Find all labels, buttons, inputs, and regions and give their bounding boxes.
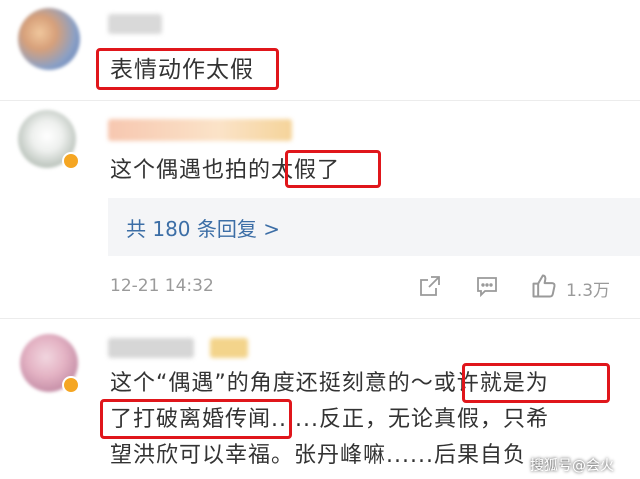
avatar-badge <box>62 376 80 394</box>
username[interactable] <box>108 14 162 34</box>
comment-icon[interactable] <box>475 274 499 298</box>
user-badge <box>210 338 248 358</box>
comment-text-plain: 这个偶遇也拍的 <box>110 158 272 183</box>
like-count: 1.3万 <box>566 281 611 301</box>
highlight-box <box>285 150 381 188</box>
highlight-box <box>100 399 292 439</box>
timestamp: 12-21 14:32 <box>110 276 214 296</box>
divider <box>0 100 640 101</box>
view-replies-link[interactable]: 共 180 条回复 > <box>126 213 280 242</box>
comment-line-3: 望洪欣可以幸福。张丹峰嘛......后果自负 <box>110 443 526 468</box>
share-icon[interactable] <box>418 274 442 298</box>
avatar[interactable] <box>18 8 80 70</box>
comment-text-plain: ......反正，无论真假，只希 <box>271 407 549 432</box>
highlight-box <box>96 48 279 90</box>
username[interactable] <box>108 338 194 358</box>
divider <box>0 318 640 319</box>
comment-text-plain: 这个“偶遇”的角度还挺刻意的～ <box>110 371 434 396</box>
thumbs-up-icon[interactable] <box>530 272 558 300</box>
highlight-box <box>462 363 610 403</box>
username[interactable] <box>108 119 292 141</box>
avatar-badge <box>62 152 80 170</box>
watermark: 搜狐号@会火 <box>530 458 614 474</box>
